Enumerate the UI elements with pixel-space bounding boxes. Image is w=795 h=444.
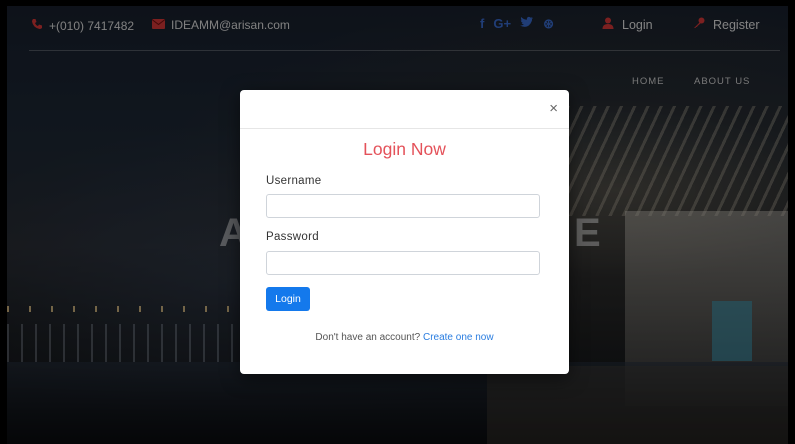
signup-prompt-text: Don't have an account? xyxy=(315,332,423,343)
login-modal: × Login Now Username Password Login Don'… xyxy=(240,90,569,374)
app-screen: A E +(010) 7417482 IDEAMM@arisan.com f G… xyxy=(7,6,788,444)
username-input[interactable] xyxy=(266,194,540,218)
signup-prompt: Don't have an account? Create one now xyxy=(240,332,569,343)
login-button[interactable]: Login xyxy=(266,287,310,311)
create-account-link[interactable]: Create one now xyxy=(423,332,494,343)
modal-header-divider xyxy=(240,128,569,129)
password-label: Password xyxy=(266,231,319,243)
username-label: Username xyxy=(266,175,322,187)
password-input[interactable] xyxy=(266,251,540,275)
modal-title: Login Now xyxy=(363,139,446,159)
close-icon[interactable]: × xyxy=(549,100,558,117)
